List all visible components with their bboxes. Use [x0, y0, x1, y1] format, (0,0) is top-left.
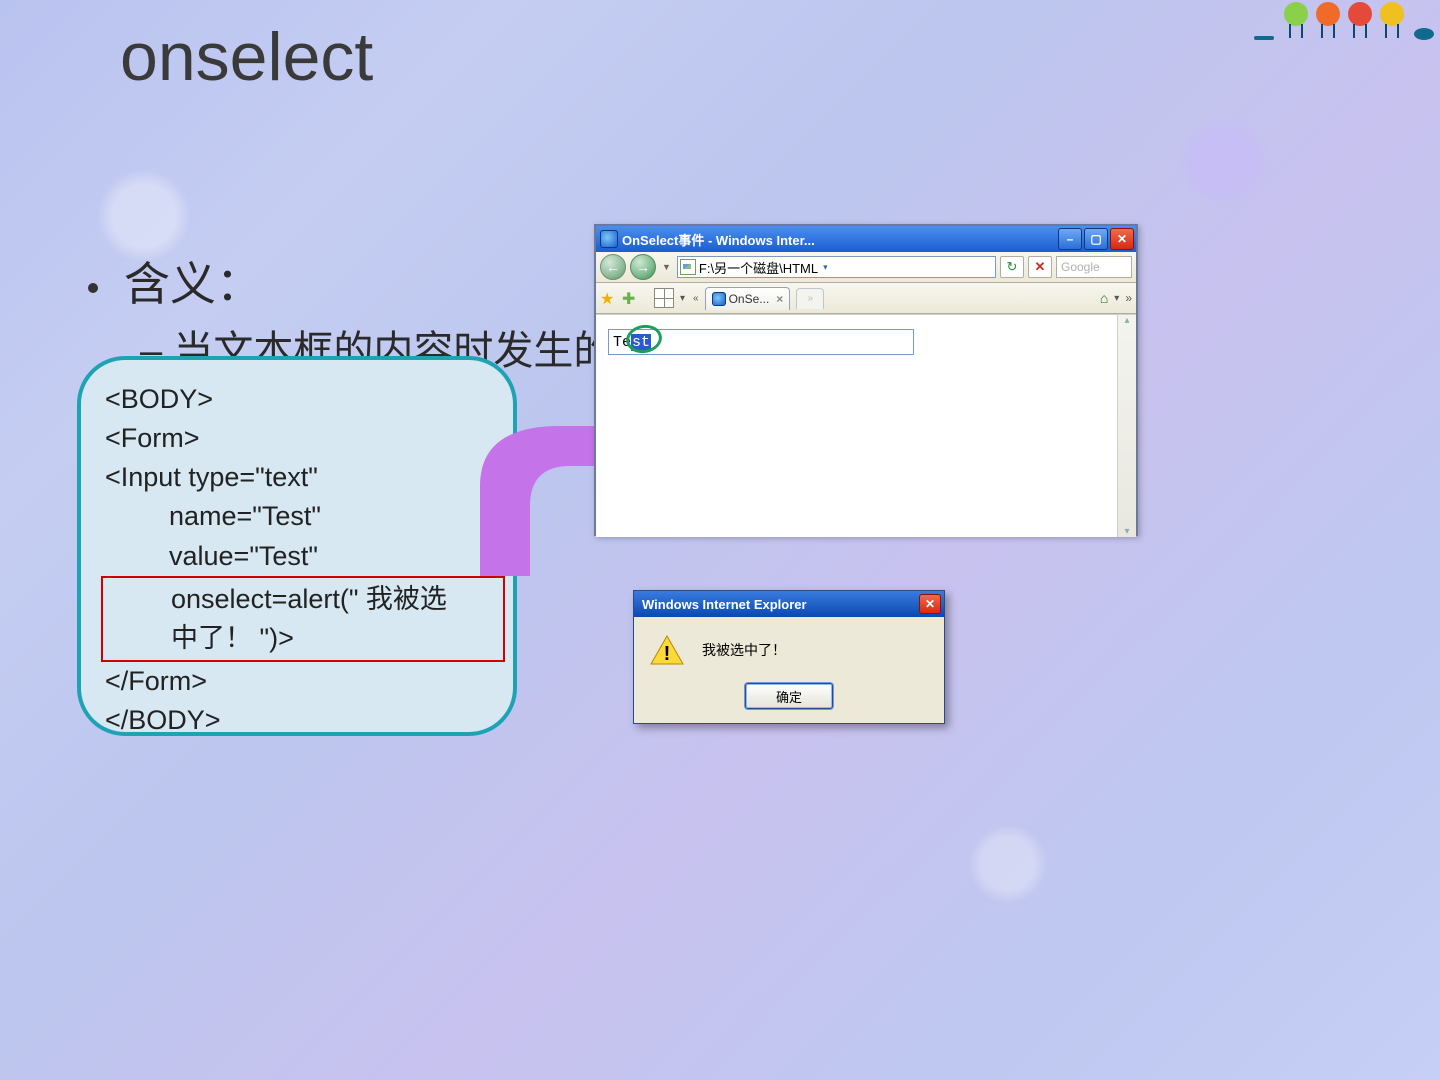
stop-button[interactable]: ✕: [1028, 256, 1052, 278]
browser-content: Test ▴ ▾: [596, 314, 1136, 537]
browser-tab[interactable]: OnSe... ×: [705, 287, 791, 310]
add-favorite-icon[interactable]: ✚: [622, 289, 640, 307]
input-text-selected: st: [631, 334, 651, 351]
alert-title-text: Windows Internet Explorer: [642, 597, 807, 612]
refresh-button[interactable]: ↻: [1000, 256, 1024, 278]
new-tab-button[interactable]: »: [796, 288, 824, 309]
browser-title-text: OnSelect事件 - Windows Inter...: [622, 230, 815, 249]
input-text-unselected: Te: [613, 334, 631, 351]
code-box: <BODY> <Form> <Input type="text" name="T…: [77, 356, 517, 736]
ie-icon: [712, 292, 726, 306]
highlighted-code: onselect=alert(" 我被选 中了！ ")>: [101, 576, 505, 662]
warning-icon: !: [650, 635, 684, 665]
browser-window: OnSelect事件 - Windows Inter... – ▢ ✕ ← → …: [594, 224, 1138, 536]
scroll-up-icon[interactable]: ▴: [1124, 315, 1129, 326]
favorites-star-icon[interactable]: ★: [600, 289, 618, 307]
quick-tabs-icon[interactable]: [654, 288, 674, 308]
toolbar-more-icon[interactable]: »: [1125, 291, 1132, 305]
ie-icon: [600, 230, 618, 248]
text-input[interactable]: Test: [608, 329, 914, 355]
code-line: </BODY>: [105, 701, 489, 740]
search-box[interactable]: Google: [1056, 256, 1132, 278]
alert-dialog: Windows Internet Explorer ✕ ! 我被选中了！ 确定: [633, 590, 945, 724]
bullet-meaning: 含义：: [88, 248, 262, 314]
bullet-meaning-text: 含义：: [124, 258, 262, 310]
code-line: value="Test": [105, 537, 489, 576]
ok-button-label: 确定: [776, 687, 802, 706]
address-bar[interactable]: F:\另一个磁盘\HTML ▾: [677, 256, 996, 278]
alert-close-button[interactable]: ✕: [919, 594, 941, 614]
code-line: onselect=alert(" 我被选: [107, 580, 499, 619]
search-placeholder: Google: [1061, 260, 1100, 274]
alert-titlebar[interactable]: Windows Internet Explorer ✕: [634, 591, 944, 617]
code-line: <BODY>: [105, 380, 489, 419]
back-button[interactable]: ←: [600, 254, 626, 280]
browser-nav-toolbar: ← → ▼ F:\另一个磁盘\HTML ▾ ↻ ✕ Google: [596, 252, 1136, 283]
tab-left-icon[interactable]: «: [691, 293, 701, 304]
scroll-down-icon[interactable]: ▾: [1124, 526, 1129, 537]
page-icon: [680, 259, 696, 275]
forward-button[interactable]: →: [630, 254, 656, 280]
tab-label: OnSe...: [729, 292, 770, 306]
scrollbar[interactable]: ▴ ▾: [1117, 315, 1136, 537]
code-line: </Form>: [105, 662, 489, 701]
decorative-figures: [1254, 2, 1434, 40]
svg-text:!: !: [664, 643, 671, 665]
home-dropdown-icon[interactable]: ▾: [1112, 293, 1121, 304]
maximize-button[interactable]: ▢: [1084, 228, 1108, 250]
alert-message: 我被选中了！: [702, 640, 786, 660]
close-button[interactable]: ✕: [1110, 228, 1134, 250]
slide-title: onselect: [120, 18, 373, 96]
code-line: 中了！ ")>: [107, 619, 499, 658]
address-dropdown-icon[interactable]: ▾: [821, 262, 828, 273]
dropdown-icon[interactable]: ▾: [678, 293, 687, 304]
code-line: <Input type="text": [105, 458, 489, 497]
code-line: <Form>: [105, 419, 489, 458]
browser-tab-toolbar: ★ ✚ ▾ « OnSe... × » ⌂ ▾ »: [596, 283, 1136, 314]
alert-footer: 确定: [634, 677, 944, 723]
address-text: F:\另一个磁盘\HTML: [699, 258, 818, 277]
tab-close-icon[interactable]: ×: [776, 292, 783, 306]
alert-body: ! 我被选中了！: [634, 617, 944, 677]
browser-titlebar[interactable]: OnSelect事件 - Windows Inter... – ▢ ✕: [596, 226, 1136, 252]
code-line: name="Test": [105, 497, 489, 536]
nav-dropdown-icon[interactable]: ▼: [660, 262, 673, 272]
ok-button[interactable]: 确定: [745, 683, 833, 709]
home-icon[interactable]: ⌂: [1100, 290, 1108, 306]
slide: onselect 含义： – 当文本框的内容时发生的 <BODY> <Form>…: [0, 0, 1440, 1080]
minimize-button[interactable]: –: [1058, 228, 1082, 250]
